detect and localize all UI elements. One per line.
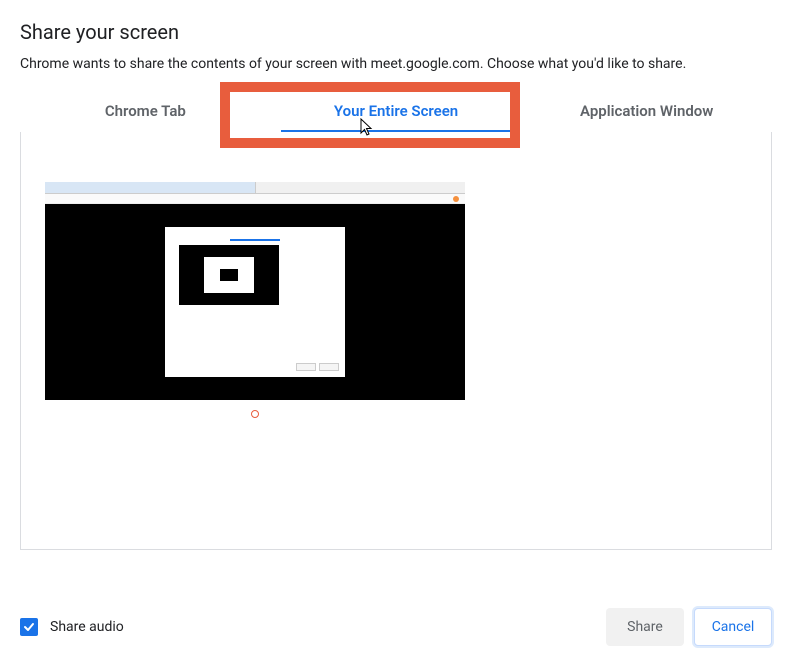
tab-chrome-tab[interactable]: Chrome Tab [20,90,271,132]
tab-bar: Chrome Tab Your Entire Screen Applicatio… [20,90,772,132]
share-button[interactable]: Share [606,608,684,646]
tab-application-window[interactable]: Application Window [521,90,772,132]
preview-area [20,132,772,550]
checkmark-icon [23,621,35,633]
dialog-footer: Share audio Share Cancel [20,608,772,646]
cancel-button[interactable]: Cancel [694,608,772,646]
button-row: Share Cancel [606,608,772,646]
screen-thumbnail[interactable] [45,182,465,442]
tab-entire-screen[interactable]: Your Entire Screen [271,90,522,132]
dialog-title: Share your screen [20,20,772,44]
share-audio-checkbox[interactable] [20,618,38,636]
share-audio-label: Share audio [50,619,124,635]
dialog-subtitle: Chrome wants to share the contents of yo… [20,56,772,72]
share-audio-option: Share audio [20,618,124,636]
